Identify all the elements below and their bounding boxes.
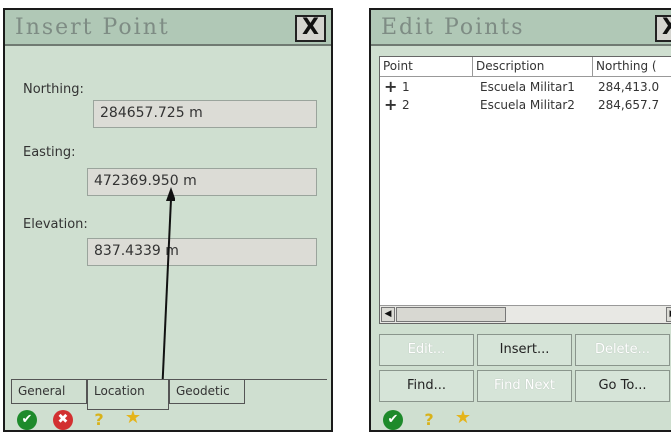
close-button[interactable]: X — [655, 15, 671, 42]
tab-location[interactable]: Location — [87, 380, 169, 410]
tab-general[interactable]: General — [11, 380, 87, 404]
insert-button[interactable]: Insert... — [477, 334, 572, 366]
tab-geodetic[interactable]: Geodetic — [169, 380, 245, 404]
easting-label: Easting: — [23, 145, 76, 160]
expand-icon[interactable]: + — [384, 79, 397, 95]
table-row[interactable]: + 1 Escuela Militar1 284,413.0 — [380, 79, 671, 97]
ok-icon[interactable]: ✔ — [383, 410, 403, 430]
expand-icon[interactable]: + — [384, 97, 397, 113]
tab-bar: General Location Geodetic — [11, 379, 327, 410]
insert-point-dialog: Insert Point X Northing: 284657.725 m Ea… — [3, 8, 333, 432]
ok-icon[interactable]: ✔ — [17, 410, 37, 430]
points-list[interactable]: Point Description Northing ( + 1 Escuela… — [379, 56, 671, 324]
close-button[interactable]: X — [295, 15, 326, 42]
point-id: 2 — [402, 98, 410, 112]
find-next-button[interactable]: Find Next — [477, 370, 572, 402]
delete-button[interactable]: Delete... — [575, 334, 670, 366]
column-header-northing[interactable]: Northing ( — [593, 57, 671, 77]
column-header-point[interactable]: Point — [380, 57, 473, 77]
scroll-thumb[interactable] — [396, 307, 506, 322]
point-description: Escuela Militar1 — [480, 80, 575, 94]
help-icon[interactable]: ? — [89, 410, 109, 430]
star-icon[interactable]: ★ — [453, 408, 473, 428]
easting-input[interactable]: 472369.950 m — [87, 168, 317, 196]
northing-label: Northing: — [23, 82, 84, 97]
northing-input[interactable]: 284657.725 m — [93, 100, 317, 128]
list-header: Point Description Northing ( — [380, 57, 671, 77]
edit-points-title: Edit Points — [381, 15, 525, 40]
find-button[interactable]: Find... — [379, 370, 474, 402]
scroll-right-icon[interactable]: ▶ — [666, 307, 671, 322]
edit-button[interactable]: Edit... — [379, 334, 474, 366]
edit-points-dialog: Edit Points X Point Description Northing… — [369, 8, 671, 432]
star-icon[interactable]: ★ — [123, 408, 143, 428]
table-row[interactable]: + 2 Escuela Militar2 284,657.7 — [380, 97, 671, 115]
go-to-button[interactable]: Go To... — [575, 370, 670, 402]
edit-points-titlebar: Edit Points X — [371, 10, 671, 46]
annotation-arrow — [161, 187, 175, 396]
elevation-label: Elevation: — [23, 217, 88, 232]
help-icon[interactable]: ? — [419, 410, 439, 430]
point-northing: 284,657.7 — [598, 98, 660, 112]
cancel-icon[interactable]: ✖ — [53, 410, 73, 430]
insert-point-title: Insert Point — [15, 15, 170, 40]
scroll-left-icon[interactable]: ◀ — [381, 307, 395, 322]
horizontal-scrollbar[interactable]: ◀ ▶ — [380, 305, 671, 323]
elevation-input[interactable]: 837.4339 m — [87, 238, 317, 266]
column-header-description[interactable]: Description — [473, 57, 593, 77]
point-northing: 284,413.0 — [598, 80, 660, 94]
insert-point-titlebar: Insert Point X — [5, 10, 331, 46]
point-id: 1 — [402, 80, 410, 94]
point-description: Escuela Militar2 — [480, 98, 575, 112]
